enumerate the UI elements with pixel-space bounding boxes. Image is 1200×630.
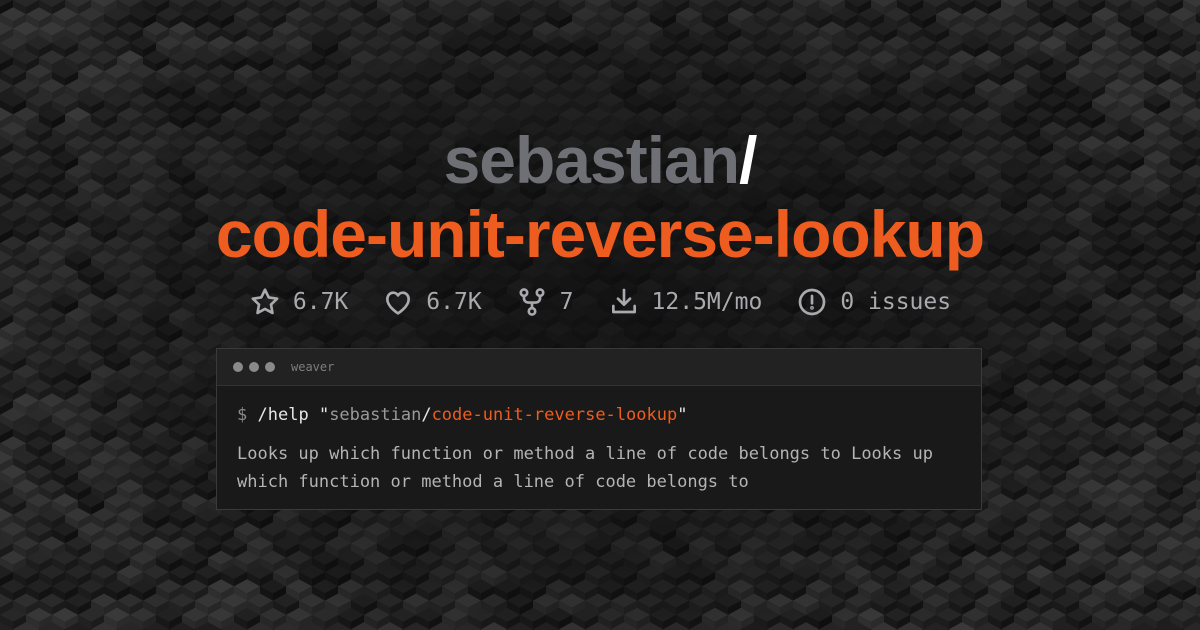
og-card: sebastian/ code-unit-reverse-lookup 6.7K…	[0, 0, 1200, 630]
